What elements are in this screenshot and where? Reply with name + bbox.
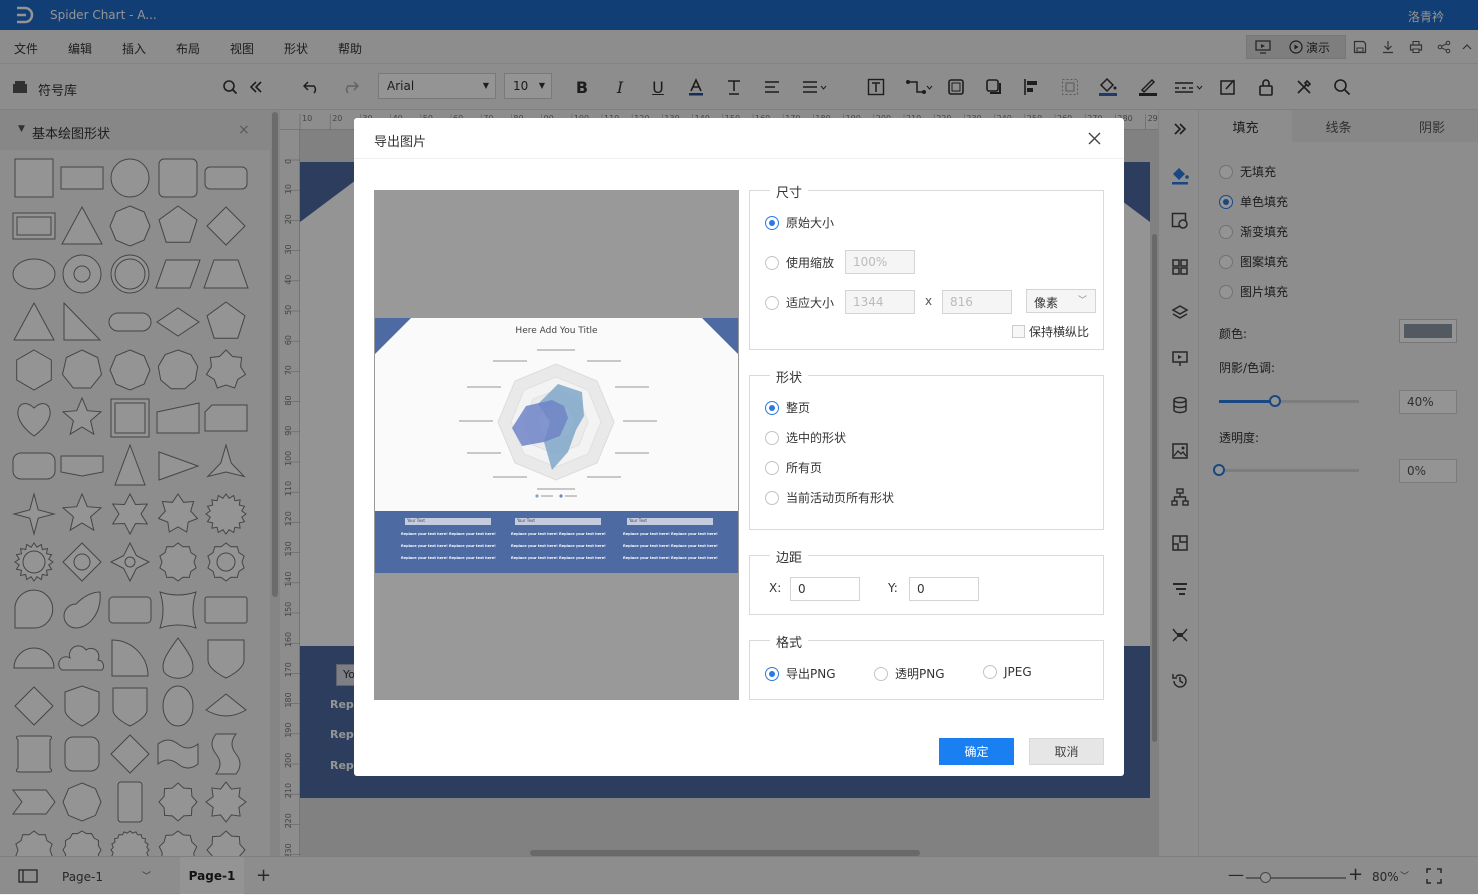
margin-legend: 边距	[770, 547, 809, 566]
dialog-title: 导出图片	[374, 135, 427, 150]
margin-y-input[interactable]: 0	[909, 577, 979, 601]
preview-table-cell: Replace your text here!	[511, 532, 558, 536]
shape-option-label: 整页	[786, 401, 811, 415]
preview-table-cell: Replace your text here!	[559, 556, 606, 560]
preview-chart-title: Here Add You Title	[515, 326, 598, 336]
preview-table-cell: Replace your text here!	[623, 544, 670, 548]
keep-ratio-label: 保持横纵比	[1029, 325, 1090, 339]
keep-ratio-checkbox[interactable]: 保持横纵比	[1012, 323, 1089, 340]
format-legend: 格式	[770, 632, 809, 651]
shape-selected-radio[interactable]: 选中的形状	[765, 429, 846, 446]
format-transparent-png-radio[interactable]: 透明PNG	[874, 665, 945, 682]
preview-table-cell: Replace your text here!	[449, 532, 496, 536]
format-png-radio[interactable]: 导出PNG	[765, 665, 836, 682]
close-icon[interactable]	[1088, 132, 1101, 148]
preview-table-cell: Replace your text here!	[671, 556, 718, 560]
size-fit-radio[interactable]: 适应大小	[765, 294, 834, 311]
radio-circle	[874, 666, 888, 681]
ok-button[interactable]: 确定	[939, 738, 1014, 765]
export-image-dialog: 导出图片 Here Add You Title Your Text Your T…	[354, 118, 1124, 776]
preview-table-cell: Replace your text here!	[559, 544, 606, 548]
preview-table-header: Your Text	[407, 518, 425, 523]
preview-table-cell: Replace your text here!	[671, 544, 718, 548]
shape-option-label: 所有页	[786, 461, 823, 475]
size-separator: x	[925, 294, 933, 308]
preview-table-cell: Replace your text here!	[449, 556, 496, 560]
shape-whole-page-radio[interactable]: 整页	[765, 399, 810, 416]
shape-option-label: 当前活动页所有形状	[786, 491, 895, 505]
preview-table-cell: Replace your text here!	[401, 544, 448, 548]
chevron-down-icon: ﹀	[1077, 296, 1087, 306]
preview-table-cell: Replace your text here!	[401, 532, 448, 536]
width-input[interactable]: 1344	[845, 290, 915, 314]
shape-fieldset: 形状 整页 选中的形状 所有页 当前活动页所有形状	[749, 367, 1104, 530]
preview-table-cell: Replace your text here!	[623, 556, 670, 560]
radio-circle	[765, 215, 779, 230]
size-scale-radio[interactable]: 使用缩放	[765, 254, 834, 271]
preview-table-header: Your Text	[517, 518, 535, 523]
format-fieldset: 格式 导出PNG 透明PNG JPEG	[749, 632, 1104, 700]
format-option-label: 透明PNG	[895, 667, 945, 681]
size-legend: 尺寸	[770, 182, 809, 201]
size-fieldset: 尺寸 原始大小 使用缩放 100% 适应大小 1344 x 816 像素 ﹀ 保…	[749, 182, 1104, 350]
radio-circle	[765, 295, 779, 310]
shape-legend: 形状	[770, 367, 809, 386]
preview-table-cell: Replace your text here!	[511, 544, 558, 548]
shape-all-pages-radio[interactable]: 所有页	[765, 459, 822, 476]
unit-value: 像素	[1034, 296, 1059, 310]
margin-y-label: Y:	[888, 581, 898, 595]
format-jpeg-radio[interactable]: JPEG	[983, 665, 1032, 679]
size-option-label: 适应大小	[786, 296, 835, 310]
radio-circle	[765, 666, 779, 681]
preview-page: Here Add You Title Your Text Your Text Y…	[375, 318, 738, 573]
radio-circle	[983, 665, 997, 679]
shape-option-label: 选中的形状	[786, 431, 847, 445]
shape-current-page-radio[interactable]: 当前活动页所有形状	[765, 489, 894, 506]
preview-table-cell: Replace your text here!	[559, 532, 606, 536]
size-option-label: 原始大小	[786, 216, 835, 230]
export-preview: Here Add You Title Your Text Your Text Y…	[374, 190, 739, 700]
format-option-label: 导出PNG	[786, 667, 836, 681]
preview-table-cell: Replace your text here!	[511, 556, 558, 560]
scale-input[interactable]: 100%	[845, 250, 915, 274]
radio-circle	[765, 255, 779, 270]
margin-fieldset: 边距 X: 0 Y: 0	[749, 547, 1104, 615]
radio-circle	[765, 490, 779, 505]
dialog-divider	[354, 158, 1124, 159]
preview-table-header: Your Text	[629, 518, 647, 523]
unit-select[interactable]: 像素 ﹀	[1026, 289, 1096, 313]
preview-table-cell: Replace your text here!	[401, 556, 448, 560]
margin-x-input[interactable]: 0	[790, 577, 860, 601]
size-option-label: 使用缩放	[786, 256, 835, 270]
cancel-button[interactable]: 取消	[1029, 738, 1104, 765]
preview-table-cell: Replace your text here!	[671, 532, 718, 536]
radio-circle	[765, 460, 779, 475]
preview-table-cell: Replace your text here!	[623, 532, 670, 536]
radio-circle	[765, 430, 779, 445]
checkbox-box	[1012, 325, 1025, 338]
radio-circle	[765, 400, 779, 415]
margin-x-label: X:	[769, 581, 782, 595]
size-original-radio[interactable]: 原始大小	[765, 214, 834, 231]
preview-table-cell: Replace your text here!	[449, 544, 496, 548]
format-option-label: JPEG	[1004, 665, 1032, 679]
height-input[interactable]: 816	[942, 290, 1012, 314]
